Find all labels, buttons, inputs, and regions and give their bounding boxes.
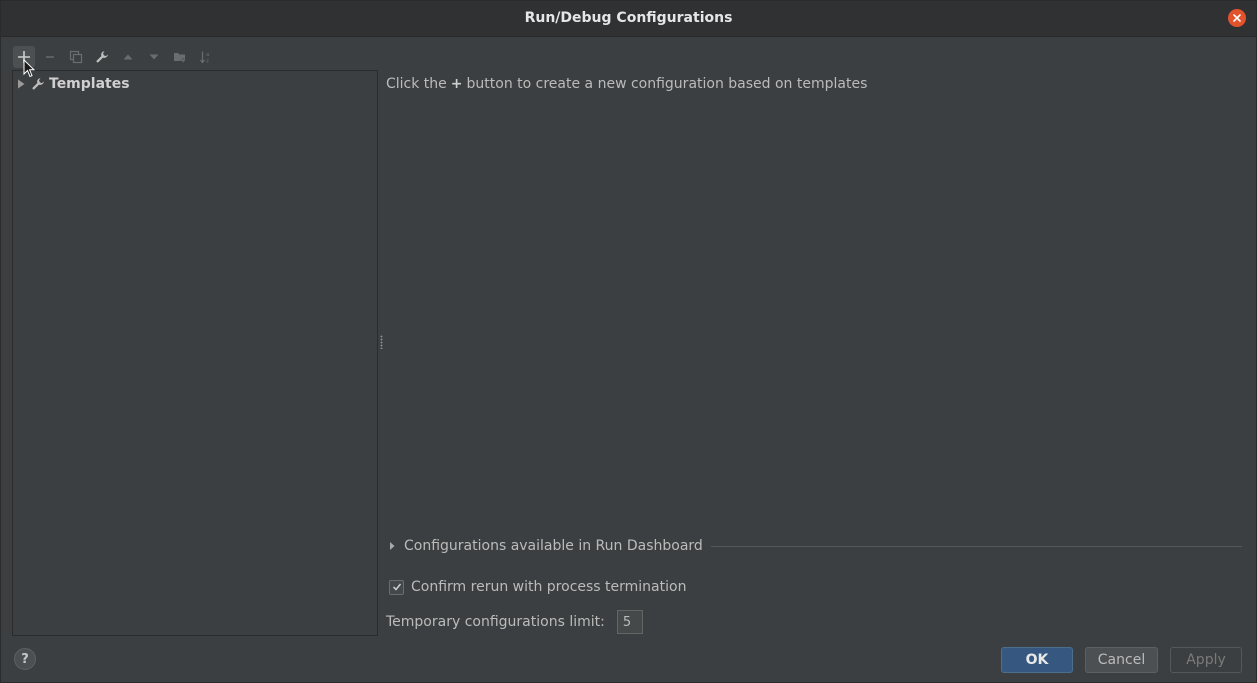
help-button[interactable]: ? [14,648,36,670]
wrench-icon [96,51,108,63]
sort-az-icon: a z [200,51,209,65]
splitter-handle[interactable] [380,335,383,349]
minus-icon [46,56,54,58]
chevron-right-icon[interactable] [389,541,396,551]
tree-item-label: Templates [49,76,130,92]
wrench-icon [32,78,44,90]
temp-config-limit-row: Temporary configurations limit: [386,610,643,634]
arrow-down-icon [149,54,159,60]
ok-button[interactable]: OK [1001,647,1073,673]
cancel-button[interactable]: Cancel [1085,647,1158,673]
checkmark-icon [392,583,401,591]
configurations-toolbar: a z [13,46,221,68]
hint-plus-symbol: + [450,76,463,92]
close-button[interactable] [1228,9,1246,27]
temp-config-limit-label: Temporary configurations limit: [386,614,605,630]
create-folder-button[interactable] [169,46,191,68]
expand-arrow-icon[interactable] [17,79,26,89]
temp-config-limit-input[interactable] [616,610,643,634]
sort-configurations-button[interactable]: a z [195,46,217,68]
copy-configuration-button[interactable] [65,46,87,68]
confirm-rerun-label[interactable]: Confirm rerun with process termination [411,579,686,595]
arrow-up-icon [123,54,133,60]
hint-text-after: button to create a new configuration bas… [466,76,868,92]
hint-text-before: Click the [386,76,447,92]
folder-add-icon [174,53,186,63]
close-icon [1233,14,1241,22]
edit-templates-button[interactable] [91,46,113,68]
section-divider [710,545,1242,547]
move-up-button[interactable] [117,46,139,68]
svg-text:z: z [206,59,209,65]
confirm-rerun-option[interactable]: Confirm rerun with process termination [389,579,686,595]
run-dashboard-label[interactable]: Configurations available in Run Dashboar… [404,538,703,554]
remove-configuration-button[interactable] [39,46,61,68]
move-down-button[interactable] [143,46,165,68]
apply-button[interactable]: Apply [1170,647,1242,673]
svg-text:a: a [206,52,209,58]
confirm-rerun-checkbox[interactable] [389,579,404,595]
mouse-cursor-icon [23,59,35,78]
run-debug-dialog: Run/Debug Configurations a z Templates C… [0,0,1257,683]
configurations-tree[interactable]: Templates [12,70,378,636]
empty-state-hint: Click the + button to create a new configu… [386,76,867,92]
run-dashboard-section[interactable]: Configurations available in Run Dashboar… [389,537,1242,555]
dialog-title: Run/Debug Configurations [524,10,733,26]
copy-icon [69,50,83,64]
title-bar[interactable]: Run/Debug Configurations [1,1,1256,37]
